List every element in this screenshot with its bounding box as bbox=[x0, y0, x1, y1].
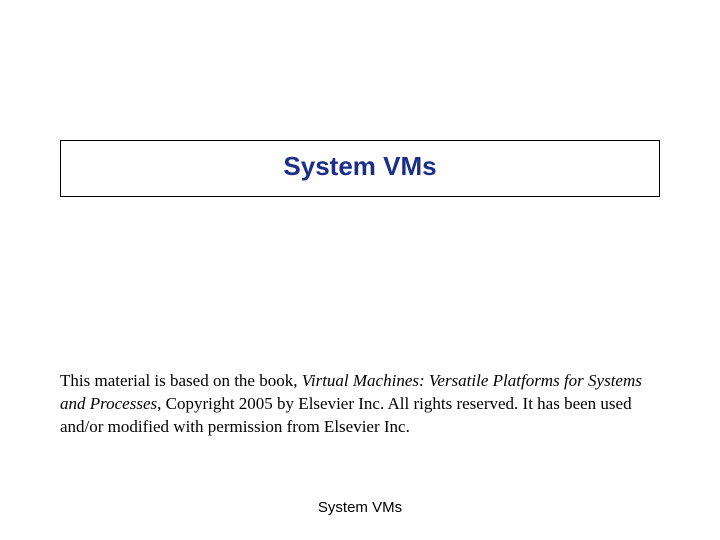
title-box: System VMs bbox=[60, 140, 660, 197]
body-paragraph: This material is based on the book, Virt… bbox=[60, 370, 660, 439]
slide: System VMs This material is based on the… bbox=[0, 0, 720, 540]
footer-text: System VMs bbox=[0, 499, 720, 516]
slide-title: System VMs bbox=[61, 151, 659, 182]
body-prefix: This material is based on the book, bbox=[60, 371, 302, 390]
